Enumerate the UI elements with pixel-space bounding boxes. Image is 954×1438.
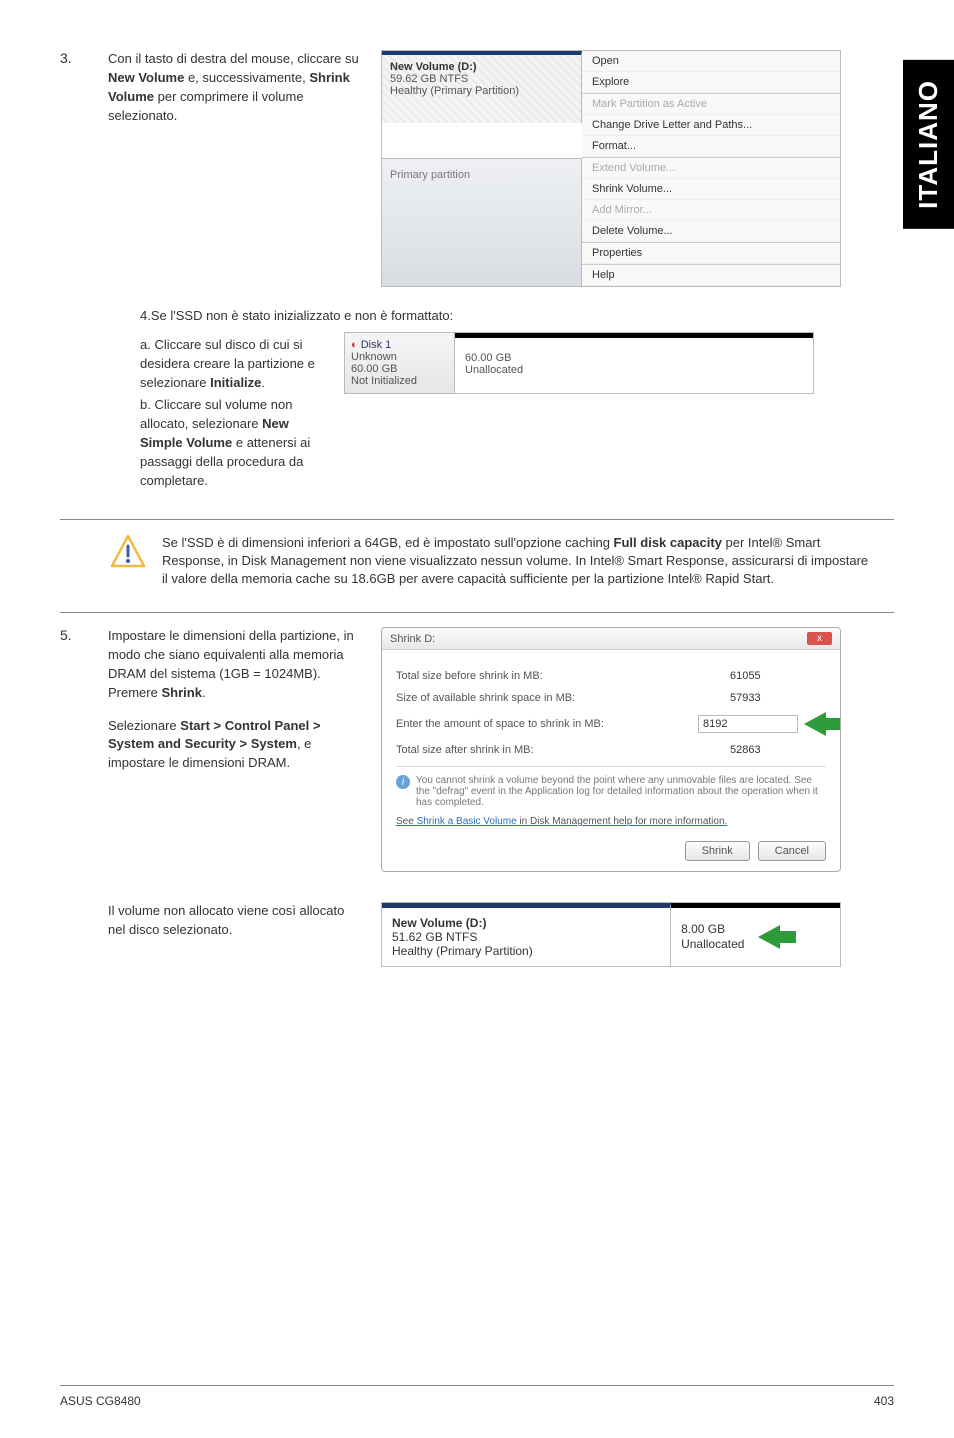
step4-a: a. Cliccare sul disco di cui si desidera… xyxy=(140,336,324,393)
context-menu-2: Extend Volume... Shrink Volume... Add Mi… xyxy=(582,158,840,286)
divider xyxy=(60,612,894,613)
step3-t1: New Volume xyxy=(108,70,184,85)
ctx-shrink[interactable]: Shrink Volume... xyxy=(582,179,840,200)
cancel-button[interactable]: Cancel xyxy=(758,841,826,861)
vol-size: 59.62 GB NTFS xyxy=(390,73,573,85)
ctx-format[interactable]: Format... xyxy=(582,136,840,157)
step-5b: Il volume non allocato viene così alloca… xyxy=(60,902,894,967)
primary-partition-label: Primary partition xyxy=(382,158,582,286)
volume-block: New Volume (D:) 59.62 GB NTFS Healthy (P… xyxy=(382,51,582,123)
dlg-row2-val: 57933 xyxy=(726,690,826,706)
alloc-r1: 8.00 GB xyxy=(681,922,744,938)
alloc-volume: New Volume (D:) 51.62 GB NTFS Healthy (P… xyxy=(382,903,671,966)
link-post: in Disk Management help for more informa… xyxy=(517,816,728,827)
disk1-unallocated: 60.00 GB Unallocated xyxy=(455,333,813,393)
step3-t0: Con il tasto di destra del mouse, clicca… xyxy=(108,51,359,66)
dlg-row-avail: Size of available shrink space in MB: 57… xyxy=(396,690,826,706)
vol-health: Healthy (Primary Partition) xyxy=(390,85,573,97)
divider xyxy=(60,519,894,520)
s4a1: Initialize xyxy=(210,375,261,390)
dialog-title: Shrink D: xyxy=(390,633,435,645)
disk1-size: 60.00 GB xyxy=(351,363,448,375)
context-menu-screenshot: New Volume (D:) 59.62 GB NTFS Healthy (P… xyxy=(381,50,841,287)
link-text[interactable]: Shrink a Basic Volume xyxy=(417,816,517,827)
vol-name: New Volume (D:) xyxy=(390,61,573,73)
warning-icon xyxy=(110,534,146,570)
step5-p1: Impostare le dimensioni della partizione… xyxy=(108,627,363,702)
step-5-number: 5. xyxy=(60,627,90,643)
disk1-unalloc-size: 60.00 GB xyxy=(465,352,803,364)
warning-note: Se l'SSD è di dimensioni inferiori a 64G… xyxy=(110,534,874,589)
alloc-unallocated: 8.00 GB Unallocated xyxy=(671,903,840,966)
step-5-text: Impostare le dimensioni della partizione… xyxy=(108,627,363,773)
disk1-title: ◐ Disk 1 xyxy=(351,339,448,351)
footer-page-number: 403 xyxy=(874,1394,894,1408)
dlg-row1-label: Total size before shrink in MB: xyxy=(396,670,543,682)
disk1-state: Not Initialized xyxy=(351,375,448,387)
step-3: 3. Con il tasto di destra del mouse, cli… xyxy=(60,50,894,287)
s5p1c: . xyxy=(202,685,206,700)
s5p1a: Impostare le dimensioni della partizione… xyxy=(108,628,354,700)
dialog-note-text: You cannot shrink a volume beyond the po… xyxy=(416,775,826,808)
disk1-screenshot: ◐ Disk 1 Unknown 60.00 GB Not Initialize… xyxy=(344,332,814,394)
alloc-r2: Unallocated xyxy=(681,937,744,953)
green-arrow-icon xyxy=(758,925,780,949)
note0: Se l'SSD è di dimensioni inferiori a 64G… xyxy=(162,535,614,550)
s5p2a: Selezionare xyxy=(108,718,180,733)
step-5: 5. Impostare le dimensioni della partizi… xyxy=(60,627,894,872)
context-menu: Open Explore Mark Partition as Active Ch… xyxy=(582,51,840,158)
warning-text: Se l'SSD è di dimensioni inferiori a 64G… xyxy=(162,534,874,589)
step5-p2: Selezionare Start > Control Panel > Syst… xyxy=(108,717,363,774)
step5-p3: Il volume non allocato viene così alloca… xyxy=(108,902,363,940)
language-side-tab: ITALIANO xyxy=(903,60,954,229)
dialog-buttons: Shrink Cancel xyxy=(396,841,826,861)
dialog-help-link: See Shrink a Basic Volume in Disk Manage… xyxy=(396,816,826,827)
s5p1b: Shrink xyxy=(161,685,201,700)
step3-t2: e, successivamente, xyxy=(184,70,309,85)
step4-intro: 4.Se l'SSD non è stato inizializzato e n… xyxy=(140,307,814,326)
dlg-row2-label: Size of available shrink space in MB: xyxy=(396,692,575,704)
disk1-unalloc-label: Unallocated xyxy=(465,364,803,376)
info-icon: i xyxy=(396,775,410,789)
ctx-explore[interactable]: Explore xyxy=(582,72,840,93)
s4a2: . xyxy=(261,375,265,390)
ctx-change-letter[interactable]: Change Drive Letter and Paths... xyxy=(582,115,840,136)
note1: Full disk capacity xyxy=(614,535,722,550)
ctx-open[interactable]: Open xyxy=(582,51,840,72)
dlg-row4-val: 52863 xyxy=(726,742,826,758)
dialog-titlebar: Shrink D: x xyxy=(382,628,840,650)
ctx-extend: Extend Volume... xyxy=(582,158,840,179)
step-3-text: Con il tasto di destra del mouse, clicca… xyxy=(108,50,363,125)
dialog-note: i You cannot shrink a volume beyond the … xyxy=(396,766,826,808)
link-pre: See xyxy=(396,816,417,827)
shrink-button[interactable]: Shrink xyxy=(685,841,750,861)
footer-left: ASUS CG8480 xyxy=(60,1394,141,1408)
step-3-number: 3. xyxy=(60,50,90,66)
dlg-row-after: Total size after shrink in MB: 52863 xyxy=(396,742,826,758)
ctx-help[interactable]: Help xyxy=(582,265,840,286)
allocated-screenshot: New Volume (D:) 51.62 GB NTFS Healthy (P… xyxy=(381,902,841,967)
alloc-l3: Healthy (Primary Partition) xyxy=(392,944,660,958)
dlg-row1-val: 61055 xyxy=(726,668,826,684)
dialog-close-button[interactable]: x xyxy=(807,632,832,645)
dlg-row3-label: Enter the amount of space to shrink in M… xyxy=(396,718,604,730)
dlg-row-enter: Enter the amount of space to shrink in M… xyxy=(396,712,826,736)
step4-b: b. Cliccare sul volume non allocato, sel… xyxy=(140,396,324,490)
alloc-l1: New Volume (D:) xyxy=(392,916,660,930)
ctx-mark-active: Mark Partition as Active xyxy=(582,94,840,115)
ctx-add-mirror: Add Mirror... xyxy=(582,200,840,221)
dlg-row4-label: Total size after shrink in MB: xyxy=(396,744,534,756)
green-arrow-icon xyxy=(804,712,826,736)
dlg-row-total-before: Total size before shrink in MB: 61055 xyxy=(396,668,826,684)
ctx-delete[interactable]: Delete Volume... xyxy=(582,221,840,242)
page-footer: ASUS CG8480 403 xyxy=(60,1385,894,1408)
shrink-dialog: Shrink D: x Total size before shrink in … xyxy=(381,627,841,872)
disk1-title-text: Disk 1 xyxy=(361,339,392,351)
ctx-properties[interactable]: Properties xyxy=(582,243,840,264)
disk1-unknown: Unknown xyxy=(351,351,448,363)
shrink-amount-input[interactable]: 8192 xyxy=(698,715,798,733)
alloc-l2: 51.62 GB NTFS xyxy=(392,930,660,944)
step-4: 4.Se l'SSD non è stato inizializzato e n… xyxy=(140,307,814,495)
